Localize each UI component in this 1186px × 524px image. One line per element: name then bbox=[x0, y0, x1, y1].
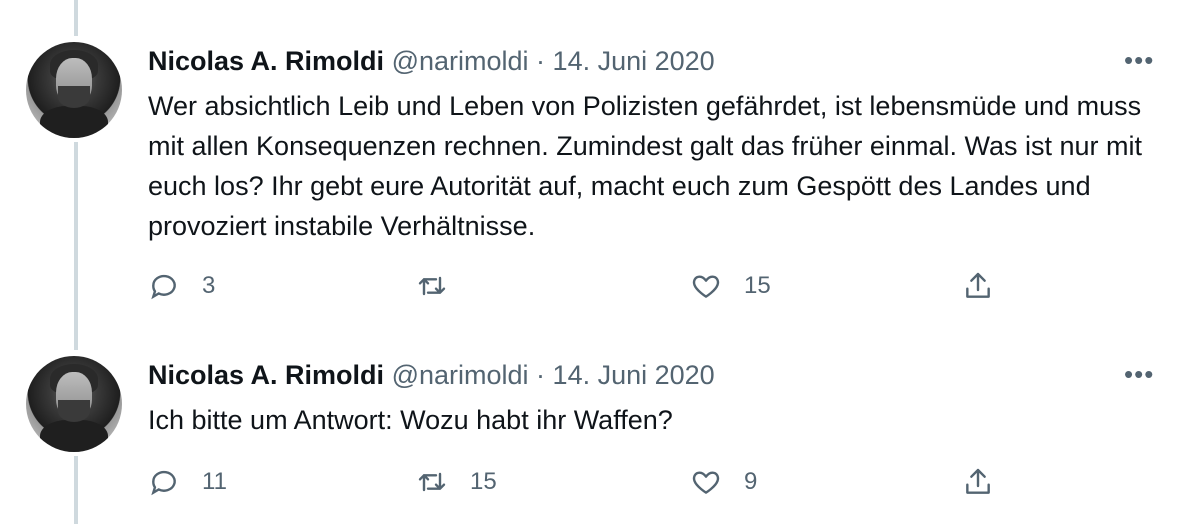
tweet-date[interactable]: 14. Juni 2020 bbox=[553, 46, 715, 76]
like-count: 9 bbox=[744, 468, 758, 495]
retweet-count: 15 bbox=[470, 468, 497, 495]
like-icon bbox=[692, 275, 720, 298]
reply-count: 11 bbox=[202, 468, 227, 495]
retweet-icon bbox=[418, 472, 446, 492]
like-button[interactable]: 15 bbox=[690, 266, 771, 306]
share-icon bbox=[966, 272, 990, 298]
author-handle[interactable]: @narimoldi bbox=[392, 360, 529, 390]
reply-icon bbox=[151, 470, 176, 496]
retweet-icon bbox=[418, 276, 446, 296]
tweet-actions: 11 15 9 bbox=[148, 462, 1008, 502]
tweet-date[interactable]: 14. Juni 2020 bbox=[553, 360, 715, 390]
tweet[interactable]: Nicolas A. Rimoldi @narimoldi · 14. Juni… bbox=[0, 0, 1186, 330]
tweet-text: Ich bitte um Antwort: Wozu habt ihr Waff… bbox=[148, 405, 673, 435]
tweet-text: Wer absichtlich Leib und Leben von Poliz… bbox=[148, 91, 1142, 241]
tweet-header: Nicolas A. Rimoldi @narimoldi · 14. Juni… bbox=[148, 44, 715, 78]
tweet[interactable]: Nicolas A. Rimoldi @narimoldi · 14. Juni… bbox=[0, 330, 1186, 524]
reply-button[interactable]: 3 bbox=[148, 266, 215, 306]
retweet-button[interactable] bbox=[416, 266, 470, 306]
author-name[interactable]: Nicolas A. Rimoldi bbox=[148, 360, 384, 390]
more-icon[interactable]: ••• bbox=[1124, 361, 1154, 387]
avatar[interactable] bbox=[26, 42, 122, 138]
separator: · bbox=[536, 46, 546, 76]
retweet-button[interactable]: 15 bbox=[416, 462, 497, 502]
like-button[interactable]: 9 bbox=[690, 462, 757, 502]
like-icon bbox=[692, 471, 720, 494]
author-handle[interactable]: @narimoldi bbox=[392, 46, 529, 76]
tweet-actions: 3 15 bbox=[148, 266, 1008, 306]
tweet-header: Nicolas A. Rimoldi @narimoldi · 14. Juni… bbox=[148, 358, 715, 392]
avatar[interactable] bbox=[26, 356, 122, 452]
share-icon bbox=[966, 468, 990, 494]
separator: · bbox=[536, 360, 546, 390]
reply-count: 3 bbox=[202, 272, 216, 299]
like-count: 15 bbox=[744, 272, 771, 299]
share-button[interactable] bbox=[962, 266, 994, 306]
more-icon[interactable]: ••• bbox=[1124, 47, 1154, 73]
reply-icon bbox=[151, 274, 176, 300]
author-name[interactable]: Nicolas A. Rimoldi bbox=[148, 46, 384, 76]
share-button[interactable] bbox=[962, 462, 994, 502]
reply-button[interactable]: 11 bbox=[148, 462, 227, 502]
